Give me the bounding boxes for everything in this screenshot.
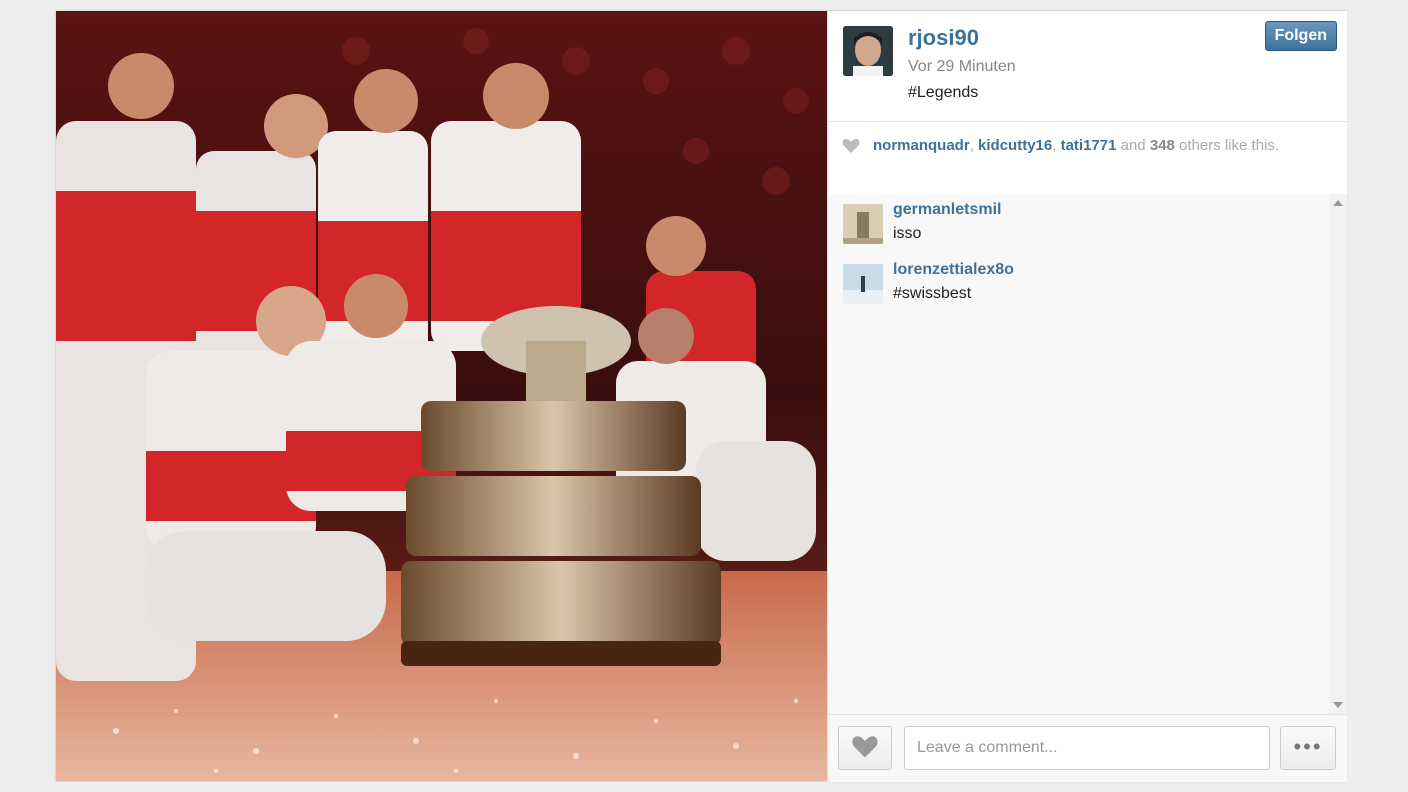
avatar-image-icon [843, 26, 893, 76]
comments-scrollbar[interactable] [1329, 194, 1347, 714]
comment-username[interactable]: germanletsmil [893, 201, 1001, 219]
post-header: rjosi90 Vor 29 Minuten #Legends Folgen [828, 11, 1347, 121]
like-button[interactable] [838, 726, 892, 770]
post-timestamp: Vor 29 Minuten [908, 58, 1016, 75]
heart-icon [842, 138, 860, 153]
scroll-down-arrow-icon[interactable] [1333, 702, 1343, 708]
more-options-button[interactable]: ••• [1280, 726, 1336, 770]
post-photo[interactable] [56, 11, 827, 781]
likes-separator: , [1052, 137, 1061, 154]
post-username[interactable]: rjosi90 [908, 25, 979, 51]
comment-footer: ••• [828, 714, 1347, 782]
post-card: rjosi90 Vor 29 Minuten #Legends Folgen n… [56, 11, 1347, 782]
likes-summary: normanquadr, kidcutty16, tati1771 and 34… [873, 136, 1313, 156]
liker-link[interactable]: tati1771 [1061, 137, 1117, 154]
likes-count: 348 [1149, 137, 1175, 154]
comment-item: germanletsmil isso [843, 201, 1313, 248]
liker-link[interactable]: kidcutty16 [978, 137, 1052, 154]
scroll-up-arrow-icon[interactable] [1333, 200, 1343, 206]
follow-button[interactable]: Folgen [1264, 21, 1337, 51]
user-avatar[interactable] [843, 26, 893, 76]
likes-suffix: others like this. [1174, 137, 1280, 154]
avatar-image-icon [843, 204, 883, 244]
heart-icon [852, 735, 878, 757]
comment-text: isso [893, 225, 922, 242]
likes-separator: , [969, 137, 979, 154]
liker-link[interactable]: normanquadr [873, 137, 970, 154]
likes-bar: normanquadr, kidcutty16, tati1771 and 34… [828, 121, 1347, 195]
comment-item: lorenzettialex8o #swissbest [843, 261, 1313, 308]
comment-text: #swissbest [893, 285, 972, 302]
likes-and-text: and [1116, 137, 1150, 154]
commenter-avatar[interactable] [843, 264, 883, 304]
comment-input[interactable] [904, 726, 1270, 770]
post-caption: #Legends [908, 84, 979, 101]
photo-illustration [56, 11, 827, 781]
comments-list[interactable]: germanletsmil isso lorenzettialex8o #swi… [828, 194, 1347, 714]
comment-username[interactable]: lorenzettialex8o [893, 261, 1014, 279]
commenter-avatar[interactable] [843, 204, 883, 244]
avatar-image-icon [843, 264, 883, 304]
post-sidebar: rjosi90 Vor 29 Minuten #Legends Folgen n… [827, 11, 1347, 782]
